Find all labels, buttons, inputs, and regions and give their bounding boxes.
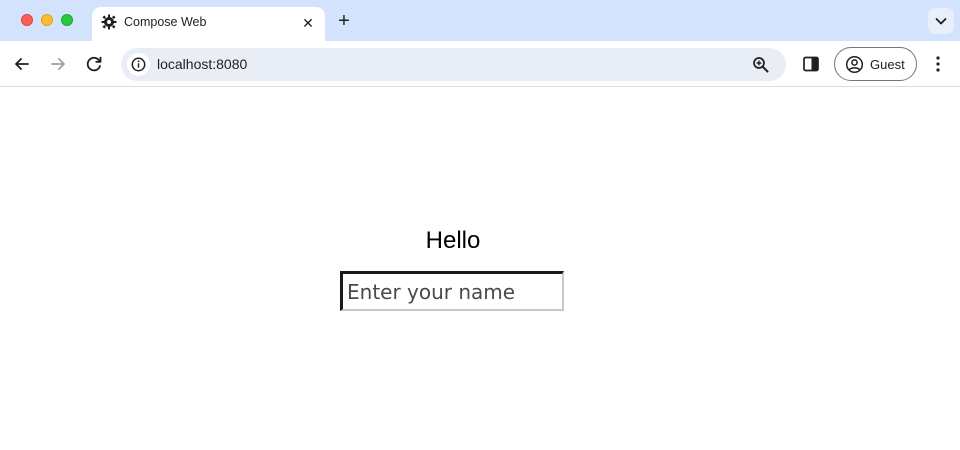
reload-icon[interactable] <box>81 51 107 77</box>
more-options-icon[interactable] <box>929 53 947 75</box>
minimize-window-button[interactable] <box>41 14 53 26</box>
tab-title: Compose Web <box>124 15 207 29</box>
tab-compose-web[interactable]: Compose Web ✕ <box>92 7 325 41</box>
back-arrow-icon[interactable] <box>9 51 35 77</box>
greeting-text: Hello <box>425 227 481 254</box>
url-text[interactable]: localhost:8080 <box>157 56 247 73</box>
page-content: Hello <box>0 88 960 450</box>
browser-window: Compose Web ✕ + localhost:8080 Guest Hel… <box>0 0 960 450</box>
forward-arrow-icon[interactable] <box>45 51 71 77</box>
new-tab-button[interactable]: + <box>333 11 355 33</box>
browser-toolbar: localhost:8080 Guest <box>0 41 960 87</box>
tab-strip: Compose Web ✕ + <box>0 0 960 41</box>
site-info-button[interactable] <box>127 53 150 76</box>
side-panel-icon[interactable] <box>801 54 821 74</box>
gear-favicon-icon <box>101 14 117 30</box>
zoom-icon[interactable] <box>751 55 771 75</box>
maximize-window-button[interactable] <box>61 14 73 26</box>
close-window-button[interactable] <box>21 14 33 26</box>
close-tab-icon[interactable]: ✕ <box>299 14 317 32</box>
address-bar[interactable]: localhost:8080 <box>121 48 786 81</box>
tab-search-button[interactable] <box>928 8 954 34</box>
name-input[interactable] <box>340 271 564 311</box>
account-circle-icon <box>845 55 864 74</box>
chevron-down-icon <box>935 18 947 25</box>
profile-label: Guest <box>870 57 905 72</box>
info-icon <box>131 57 146 72</box>
profile-button[interactable]: Guest <box>834 47 917 81</box>
